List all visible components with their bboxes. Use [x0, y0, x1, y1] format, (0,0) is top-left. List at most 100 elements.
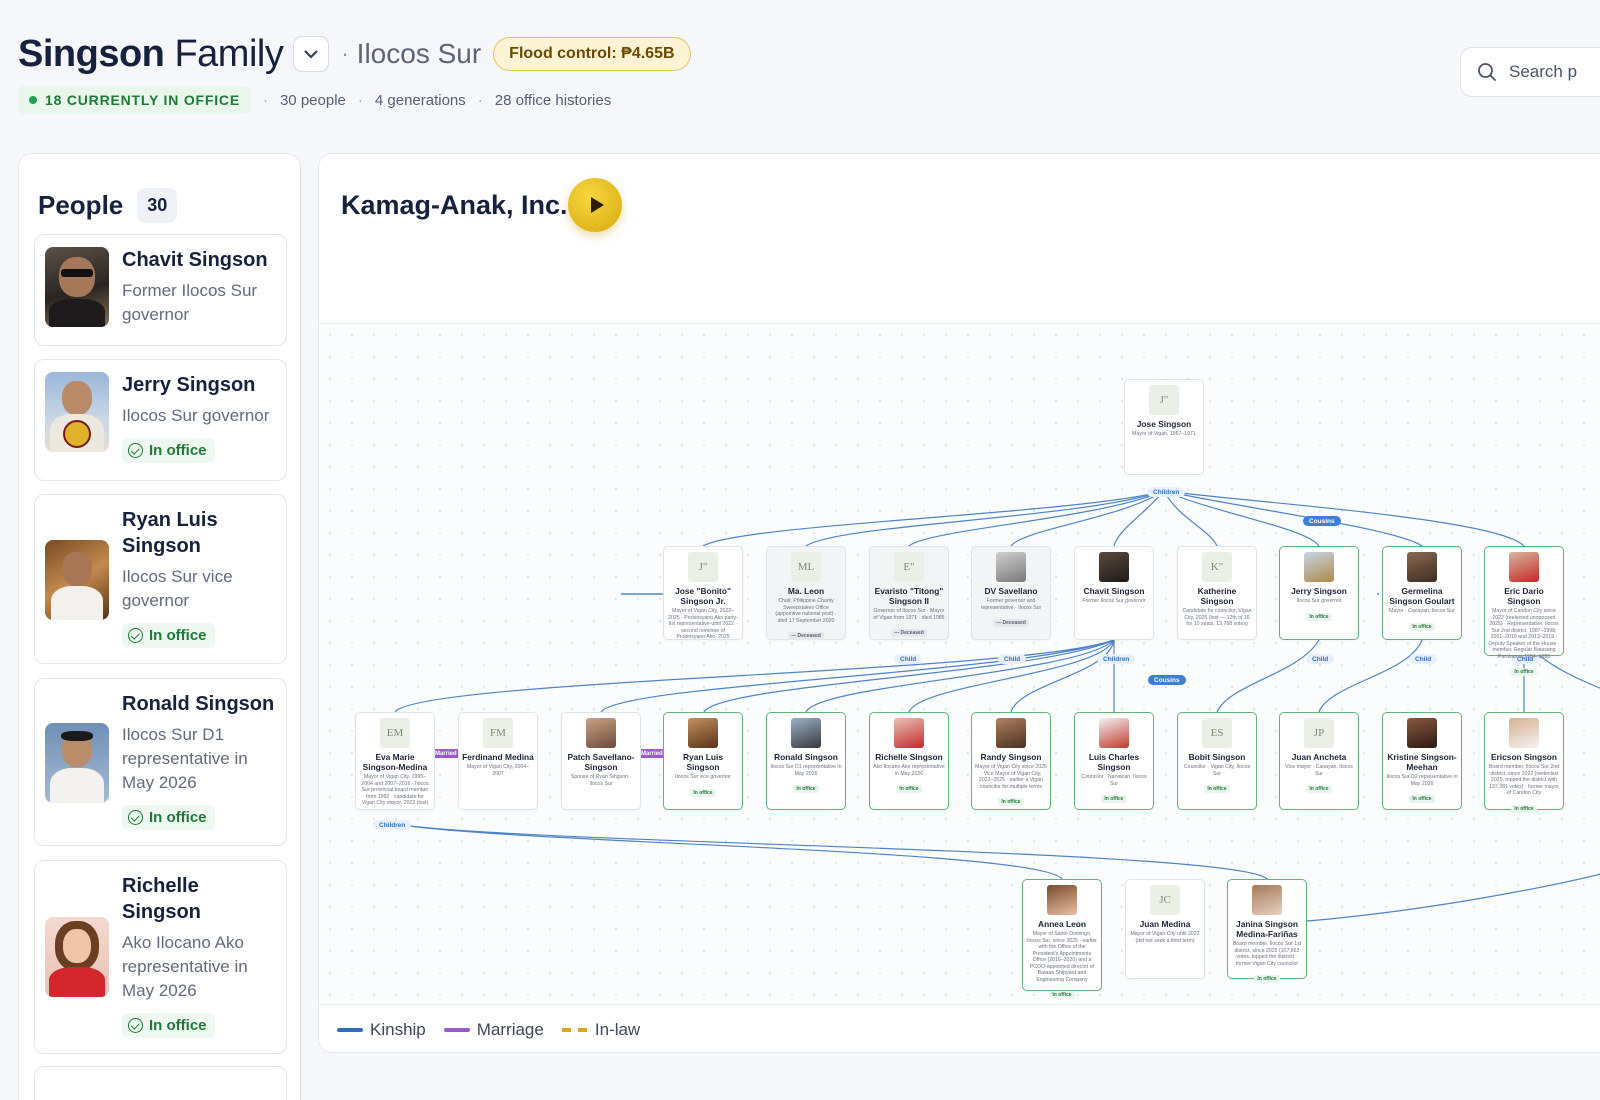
married-tag: Married	[433, 749, 459, 758]
deceased-badge: — Deceased	[788, 632, 824, 640]
family-title: Singson Family	[18, 32, 284, 76]
person-name: Ronald Singson	[122, 693, 275, 715]
tree-node[interactable]: Janina Singson Medina-Fariñas Board memb…	[1227, 879, 1307, 983]
tree-node[interactable]: Germelina Singson Goulart Mayor · Caoaya…	[1382, 546, 1462, 640]
node-desc: Mayor of Santo Domingo, Ilocos Sur, sinc…	[1027, 931, 1097, 983]
tree-node[interactable]: Ronald Singson Ilocos Sur D1 representat…	[766, 712, 846, 810]
people-count-badge: 30	[137, 187, 178, 223]
tree-node[interactable]: E" Evaristo "Titong" Singson II Governor…	[869, 546, 949, 640]
in-office-badge: In office	[1306, 612, 1332, 621]
node-name: Chavit Singson	[1083, 586, 1145, 596]
in-office-badge: 18 CURRENTLY IN OFFICE	[18, 86, 251, 114]
cousins-tag: Cousins	[1148, 675, 1186, 685]
node-name: Luis Charles Singson	[1088, 752, 1140, 772]
node-desc: Chair, Philippine Charity Sweepstakes Of…	[775, 598, 837, 624]
person-card-richelle[interactable]: Richelle Singson Ako Ilocano Ako represe…	[34, 860, 287, 1054]
family-name: Singson	[18, 32, 165, 75]
photo-avatar	[1407, 718, 1437, 748]
check-circle-icon	[128, 443, 143, 458]
inlaw-dashed-swatch	[561, 1027, 588, 1032]
tree-canvas[interactable]: Children Cousins Child Child Children Ch…	[319, 324, 1600, 1004]
node-name: Kristine Singson-Meehan	[1387, 752, 1457, 772]
node-desc: Ilocos Sur vice governor	[675, 774, 731, 780]
initials-avatar: EM	[380, 718, 410, 748]
family-dropdown-button[interactable]	[293, 36, 330, 72]
deceased-badge: — Deceased	[891, 629, 927, 637]
in-office-badge: In office	[1511, 668, 1537, 676]
photo-avatar	[996, 718, 1026, 748]
legend: Kinship Marriage In-law	[319, 1004, 1600, 1052]
person-role: Ilocos Sur D1 representative in May 2026	[122, 725, 248, 792]
tree-node[interactable]: Richelle Singson Ako Ilocano Ako represe…	[869, 712, 949, 810]
person-role: Ako Ilocano Ako representative in May 20…	[122, 933, 248, 1000]
node-name: Ryan Luis Singson	[682, 752, 724, 772]
person-role: Ilocos Sur governor	[122, 406, 270, 425]
tree-node[interactable]: Jerry Singson Ilocos Sur governor In off…	[1279, 546, 1359, 640]
person-card-chavit[interactable]: Chavit Singson Former Ilocos Sur governo…	[34, 234, 287, 346]
node-name: Janina Singson Medina-Fariñas	[1236, 919, 1298, 939]
cousins-tag: Cousins	[1303, 516, 1341, 526]
tree-node[interactable]: Kristine Singson-Meehan Ilocos Sur D2 re…	[1382, 712, 1462, 810]
legend-item-marriage: Marriage	[443, 1020, 544, 1040]
node-desc: Spouse of Ryan Singson · Ilocos Sur	[570, 774, 632, 787]
tree-node[interactable]: Randy Singson Mayor of Vigan City since …	[971, 712, 1051, 810]
person-name: Richelle Singson	[122, 875, 201, 923]
kinship-line-swatch	[337, 1027, 363, 1032]
in-office-badge: In office	[1409, 795, 1435, 803]
tree-node[interactable]: JP Juan Ancheta Vice mayor · Caoayan, Il…	[1279, 712, 1359, 810]
node-name: Ferdinand Medina	[462, 752, 534, 762]
person-info: Richelle Singson Ako Ilocano Ako represe…	[122, 873, 276, 1041]
tree-node[interactable]: JC Juan Medina Mayor of Vigan City until…	[1125, 879, 1205, 979]
tree-node[interactable]: Patch Savellano-Singson Spouse of Ryan S…	[561, 712, 641, 810]
node-desc: Mayor of Vigan City, 2022–2025 · Probins…	[668, 608, 738, 640]
person-card-ronald[interactable]: Ronald Singson Ilocos Sur D1 representat…	[34, 678, 287, 846]
node-desc: Board member, Ilocos Sur 2nd district, s…	[1488, 764, 1560, 796]
play-button[interactable]	[568, 178, 622, 232]
node-name: Annea Leon	[1038, 919, 1086, 929]
tree-node[interactable]: Eric Dario Singson Mayor of Candon City …	[1484, 546, 1564, 676]
tree-node[interactable]: Chavit Singson Former Ilocos Sur governo…	[1074, 546, 1154, 640]
check-circle-icon	[128, 1018, 143, 1033]
person-card-jerry[interactable]: Jerry Singson Ilocos Sur governor In off…	[34, 359, 287, 481]
node-name: Juan Ancheta	[1291, 752, 1347, 762]
children-tag: Children	[1097, 654, 1136, 664]
person-card-ryan[interactable]: Ryan Luis Singson Ilocos Sur vice govern…	[34, 494, 287, 664]
avatar	[45, 917, 109, 997]
node-desc: Ako Ilocano Ako representative in May 20…	[873, 764, 945, 777]
tree-node[interactable]: K" Katherine Singson Candidate for counc…	[1177, 546, 1257, 640]
tree-node-jose-singson[interactable]: J" Jose Singson Mayor of Vigan, 1967–197…	[1124, 379, 1204, 475]
tree-node[interactable]: Ericson Singson Board member, Ilocos Sur…	[1484, 712, 1564, 813]
initials-avatar: J"	[688, 552, 718, 582]
tree-node[interactable]: EM Eva Marie Singson-Medina Mayor of Vig…	[355, 712, 435, 810]
check-circle-icon	[128, 628, 143, 643]
node-name: Jerry Singson	[1291, 586, 1347, 596]
tree-node[interactable]: Ryan Luis Singson Ilocos Sur vice govern…	[663, 712, 743, 810]
tree-node[interactable]: FM Ferdinand Medina Mayor of Vigan City,…	[458, 712, 538, 810]
tree-node[interactable]: J" Jose "Bonito" Singson Jr. Mayor of Vi…	[663, 546, 743, 640]
status-text: In office	[149, 1017, 207, 1034]
node-name: Ronald Singson	[774, 752, 838, 762]
avatar	[45, 372, 109, 452]
initials-avatar: K"	[1202, 552, 1232, 582]
tree-node[interactable]: ML Ma. Leon Chair, Philippine Charity Sw…	[766, 546, 846, 640]
node-name: Evaristo "Titong" Singson II	[874, 586, 944, 606]
node-desc: Candidate for councilor, Vigan City, 202…	[1182, 608, 1252, 627]
tree-node[interactable]: Annea Leon Mayor of Santo Domingo, Iloco…	[1022, 879, 1102, 999]
person-card-partial[interactable]	[34, 1066, 287, 1100]
person-info: Ronald Singson Ilocos Sur D1 representat…	[122, 691, 276, 833]
legend-item-kinship: Kinship	[337, 1020, 426, 1040]
node-desc: Ilocos Sur D2 representative in May 2026	[1386, 774, 1458, 787]
photo-avatar	[1407, 552, 1437, 582]
tree-node[interactable]: DV Savellano Former governor and represe…	[971, 546, 1051, 640]
status-dot-icon	[29, 96, 37, 104]
tree-node[interactable]: Luis Charles Singson Councilor · Narvaca…	[1074, 712, 1154, 810]
node-name: Richelle Singson	[875, 752, 943, 762]
search-input[interactable]	[1509, 62, 1600, 82]
person-info: Ryan Luis Singson Ilocos Sur vice govern…	[122, 507, 276, 651]
search-box[interactable]	[1460, 47, 1600, 97]
node-name: Ma. Leon	[787, 586, 825, 596]
tree-node[interactable]: ES Bobit Singson Councilor · Vigan City,…	[1177, 712, 1257, 810]
photo-avatar	[1252, 885, 1282, 915]
marriage-line-swatch	[443, 1027, 470, 1032]
node-name: Patch Savellano-Singson	[567, 752, 635, 772]
